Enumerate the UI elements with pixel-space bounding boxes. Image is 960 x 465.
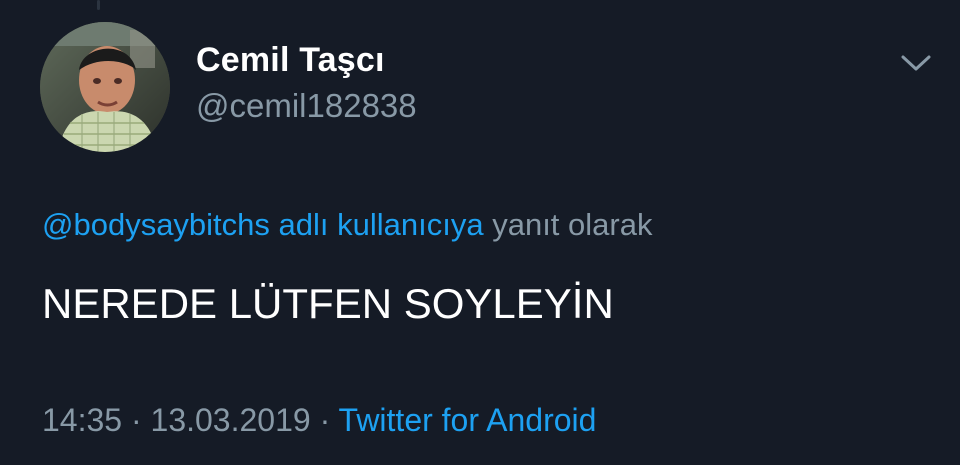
tweet-time: 14:35 (42, 402, 123, 438)
reply-mention-link[interactable]: @bodysaybitchs adlı kullanıcıya (42, 207, 484, 242)
tweet-date: 13.03.2019 (150, 402, 311, 438)
chevron-down-icon[interactable] (899, 52, 933, 74)
meta-separator: · (122, 402, 151, 438)
thread-line (97, 0, 100, 10)
tweet-text: NEREDE LÜTFEN SOYLEYİN (42, 280, 614, 327)
user-handle[interactable]: @cemil182838 (196, 87, 417, 125)
reply-context: @bodysaybitchs adlı kullanıcıya yanıt ol… (42, 207, 652, 243)
tweet-meta: 14:35 · 13.03.2019 · Twitter for Android (42, 402, 596, 439)
tweet-source-link[interactable]: Twitter for Android (339, 402, 597, 438)
reply-suffix: yanıt olarak (483, 207, 653, 242)
display-name[interactable]: Cemil Taşcı (196, 41, 385, 80)
avatar[interactable] (40, 22, 170, 152)
meta-separator: · (310, 402, 339, 438)
tweet-card: Cemil Taşcı @cemil182838 @bodysaybitchs … (0, 0, 960, 465)
